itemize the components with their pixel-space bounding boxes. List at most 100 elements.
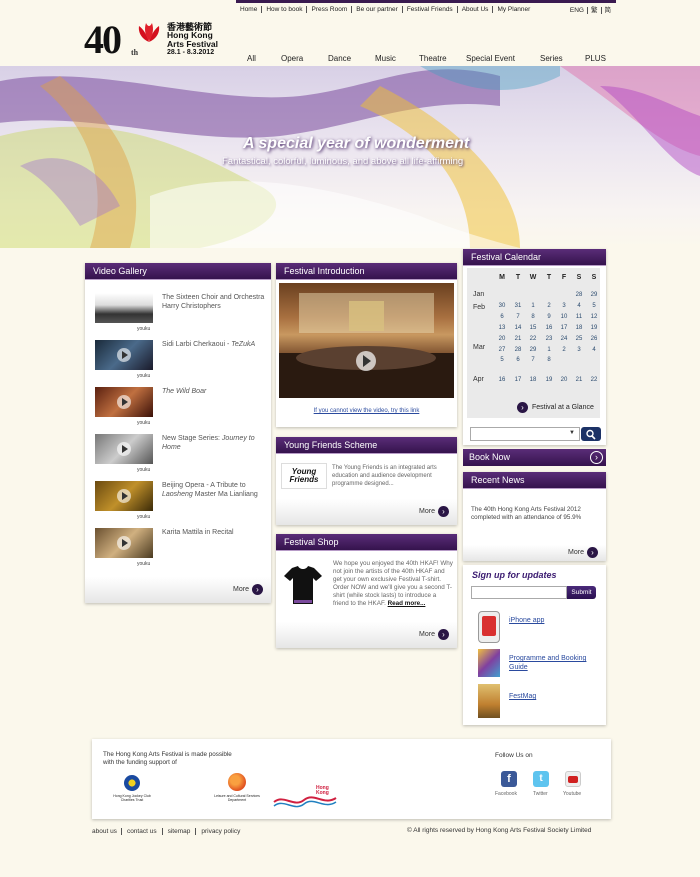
iphone-icon[interactable] (478, 611, 500, 643)
festmag-link[interactable]: FestMag (509, 693, 536, 700)
calendar-day[interactable]: 28 (572, 292, 586, 298)
calendar-day[interactable]: 3 (572, 347, 586, 353)
video-thumbnail[interactable] (95, 387, 153, 417)
calendar-day[interactable]: 5 (495, 357, 509, 363)
calendar-day[interactable]: 29 (587, 292, 601, 298)
twitter-label[interactable]: Twitter (533, 791, 548, 797)
programme-guide-link[interactable]: Programme and Booking Guide (509, 655, 599, 672)
calendar-day[interactable]: 26 (587, 336, 601, 342)
young-friends-more-button[interactable]: More › (419, 506, 449, 517)
twitter-icon[interactable]: t (533, 771, 549, 787)
iphone-app-link[interactable]: iPhone app (509, 617, 544, 624)
language-option[interactable]: 简 (602, 7, 615, 14)
shop-read-more-link[interactable]: Read more... (388, 600, 426, 607)
festival-logo[interactable]: 40 th 香港藝術節 Hong Kong Arts Festival 28.1… (84, 18, 234, 62)
lcsd-logo[interactable]: Leisure and Cultural Services Department (209, 773, 265, 811)
footer-contact-link[interactable]: contact us (122, 828, 163, 835)
nav-opera[interactable]: Opera (281, 54, 303, 63)
calendar-day[interactable]: 15 (526, 325, 540, 331)
top-link[interactable]: Press Room (307, 6, 353, 13)
video-alt-link[interactable]: If you cannot view the video, try this l… (276, 408, 457, 414)
calendar-day[interactable]: 6 (511, 357, 525, 363)
top-link[interactable]: Festival Friends (403, 6, 458, 13)
festmag-cover-image[interactable] (478, 684, 500, 718)
video-thumbnail[interactable] (95, 434, 153, 464)
nav-music[interactable]: Music (375, 54, 396, 63)
video-item[interactable]: youku New Stage Series: Journey to Home (95, 434, 265, 476)
calendar-day[interactable]: 16 (542, 325, 556, 331)
calendar-day[interactable]: 27 (495, 347, 509, 353)
video-item[interactable]: youku Beijing Opera - A Tribute to Laosh… (95, 481, 265, 523)
video-item[interactable]: youku Sidi Larbi Cherkaoui - TeZukA (95, 340, 265, 382)
calendar-day[interactable]: 7 (511, 314, 525, 320)
video-item[interactable]: youku Karita Mattila in Recital (95, 528, 265, 570)
youtube-label[interactable]: Youtube (563, 791, 581, 797)
news-item[interactable]: The 40th Hong Kong Arts Festival 2012 co… (471, 506, 599, 522)
language-option[interactable]: ENG (567, 7, 588, 14)
video-thumbnail[interactable] (95, 528, 153, 558)
nav-theatre[interactable]: Theatre (419, 54, 447, 63)
video-more-button[interactable]: More › (233, 584, 263, 595)
calendar-day[interactable]: 18 (572, 325, 586, 331)
video-title[interactable]: Sidi Larbi Cherkaoui - TeZukA (162, 340, 270, 349)
footer-sitemap-link[interactable]: sitemap (163, 828, 197, 835)
calendar-day[interactable]: 9 (542, 314, 556, 320)
young-friends-logo[interactable]: Young Friends (281, 463, 327, 489)
calendar-day[interactable]: 30 (495, 303, 509, 309)
nav-all[interactable]: All (247, 54, 256, 63)
calendar-day[interactable]: 22 (526, 336, 540, 342)
calendar-day[interactable]: 20 (557, 377, 571, 383)
nav-special-event[interactable]: Special Event (466, 54, 515, 63)
top-link[interactable]: My Planner (493, 6, 534, 13)
calendar-day[interactable]: 10 (557, 314, 571, 320)
calendar-day[interactable]: 23 (542, 336, 556, 342)
calendar-day[interactable]: 25 (572, 336, 586, 342)
festival-at-glance-link[interactable]: › Festival at a Glance (517, 402, 594, 413)
calendar-day[interactable]: 16 (495, 377, 509, 383)
footer-privacy-link[interactable]: privacy policy (196, 828, 245, 835)
calendar-day[interactable]: 2 (542, 303, 556, 309)
news-more-button[interactable]: More › (568, 547, 598, 558)
calendar-day[interactable]: 3 (557, 303, 571, 309)
guide-cover-image[interactable] (478, 649, 500, 677)
calendar-day[interactable]: 12 (587, 314, 601, 320)
calendar-day[interactable]: 20 (495, 336, 509, 342)
video-title[interactable]: New Stage Series: Journey to Home (162, 434, 270, 452)
video-title[interactable]: The Sixteen Choir and Orchestra Harry Ch… (162, 293, 270, 311)
calendar-day[interactable]: 24 (557, 336, 571, 342)
submit-button[interactable]: Submit (567, 586, 596, 599)
nav-series[interactable]: Series (540, 54, 563, 63)
calendar-day[interactable]: 17 (511, 377, 525, 383)
calendar-day[interactable]: 21 (511, 336, 525, 342)
top-link[interactable]: Home (236, 6, 263, 13)
calendar-day[interactable]: 11 (572, 314, 586, 320)
calendar-day[interactable]: 1 (542, 347, 556, 353)
calendar-day[interactable]: 18 (526, 377, 540, 383)
video-player[interactable] (279, 283, 454, 398)
video-title[interactable]: Beijing Opera - A Tribute to Laosheng Ma… (162, 481, 270, 499)
video-title[interactable]: The Wild Boar (162, 387, 270, 396)
t-shirt-image[interactable] (282, 564, 324, 606)
youtube-icon[interactable] (565, 771, 581, 787)
video-item[interactable]: youku The Sixteen Choir and Orchestra Ha… (95, 293, 265, 335)
search-button[interactable] (581, 427, 601, 441)
calendar-day[interactable]: 19 (587, 325, 601, 331)
shop-more-button[interactable]: More › (419, 629, 449, 640)
calendar-day[interactable]: 2 (557, 347, 571, 353)
video-title[interactable]: Karita Mattila in Recital (162, 528, 270, 537)
calendar-day[interactable]: 17 (557, 325, 571, 331)
brand-hong-kong-logo[interactable]: Hong Kong (272, 784, 338, 812)
calendar-day[interactable]: 6 (495, 314, 509, 320)
video-item[interactable]: youku The Wild Boar (95, 387, 265, 429)
top-link[interactable]: Be our partner (352, 6, 403, 13)
calendar-day[interactable]: 5 (587, 303, 601, 309)
calendar-day[interactable]: 19 (542, 377, 556, 383)
calendar-day[interactable]: 14 (511, 325, 525, 331)
calendar-day[interactable]: 22 (587, 377, 601, 383)
top-link[interactable]: How to book (262, 6, 308, 13)
calendar-day[interactable]: 28 (511, 347, 525, 353)
calendar-day[interactable]: 31 (511, 303, 525, 309)
top-link[interactable]: About Us (458, 6, 494, 13)
nav-plus[interactable]: PLUS (585, 54, 606, 63)
jockey-club-logo[interactable]: Hong Kong Jockey Club Charities Trust (107, 775, 157, 811)
